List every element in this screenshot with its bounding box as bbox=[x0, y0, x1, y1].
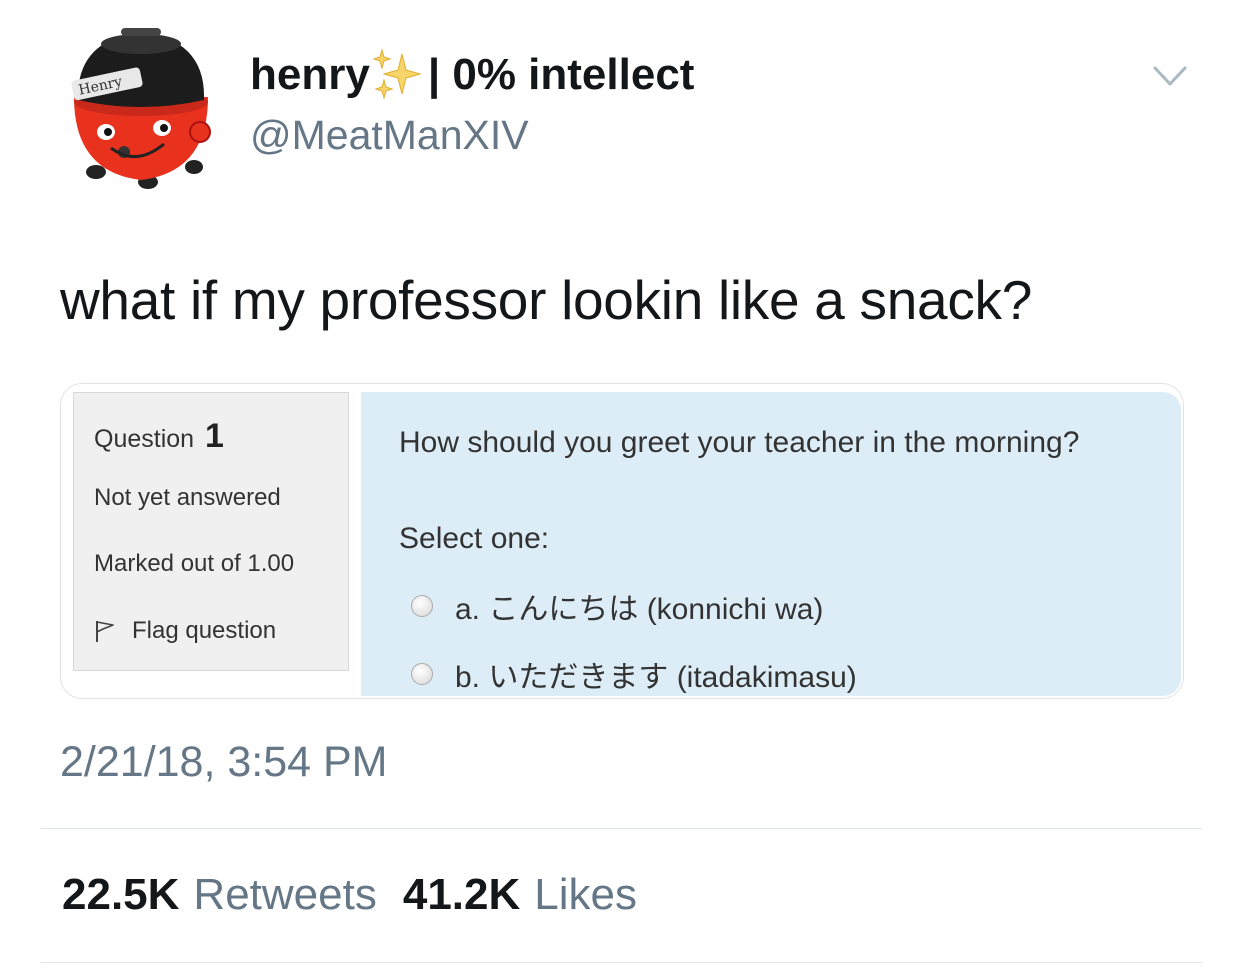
retweets-label[interactable]: Retweets bbox=[193, 870, 376, 920]
answer-option-label: b. いただきます (itadakimasu) bbox=[455, 661, 857, 694]
question-title: Question 1 bbox=[94, 417, 224, 456]
question-text: How should you greet your teacher in the… bbox=[399, 426, 1080, 459]
divider bbox=[40, 828, 1202, 829]
flag-question-link[interactable]: Flag question bbox=[94, 617, 276, 645]
tweet-text: what if my professor lookin like a snack… bbox=[60, 269, 1033, 331]
display-name-suffix: | 0% intellect bbox=[427, 50, 695, 99]
radio-icon[interactable] bbox=[411, 595, 433, 617]
answer-option-b[interactable]: b. いただきます (itadakimasu) bbox=[411, 652, 857, 696]
answer-option-label: a. こんにちは (konnichi wa) bbox=[455, 593, 824, 626]
question-status: Not yet answered bbox=[94, 484, 281, 511]
sparkles-icon bbox=[372, 48, 422, 100]
radio-icon[interactable] bbox=[411, 663, 433, 685]
avatar[interactable]: Henry bbox=[66, 22, 216, 192]
likes-label[interactable]: Likes bbox=[534, 870, 637, 920]
chevron-down-icon[interactable] bbox=[1152, 64, 1188, 90]
question-marked: Marked out of 1.00 bbox=[94, 550, 295, 577]
author-handle[interactable]: @MeatManXIV bbox=[250, 112, 529, 159]
display-name: henry bbox=[250, 50, 370, 99]
retweets-count[interactable]: 22.5K bbox=[62, 870, 179, 920]
tweet-timestamp[interactable]: 2/21/18, 3:54 PM bbox=[60, 738, 388, 787]
select-one-prompt: Select one: bbox=[399, 522, 550, 555]
question-label: Question bbox=[94, 425, 195, 453]
henry-vacuum-avatar: Henry bbox=[71, 28, 211, 189]
tweet-media[interactable]: Question 1 Not yet answered Marked out o… bbox=[60, 383, 1184, 699]
divider bbox=[40, 962, 1202, 963]
tweet-stats: 22.5K Retweets 41.2K Likes bbox=[62, 870, 663, 920]
flag-question-label: Flag question bbox=[132, 617, 277, 644]
likes-count[interactable]: 41.2K bbox=[403, 870, 520, 920]
author-name[interactable]: henry | 0% intellect bbox=[250, 48, 694, 102]
question-content-panel: How should you greet your teacher in the… bbox=[361, 392, 1181, 696]
question-number: 1 bbox=[205, 417, 224, 455]
flag-icon bbox=[96, 621, 114, 642]
answer-option-a[interactable]: a. こんにちは (konnichi wa) bbox=[411, 584, 823, 628]
question-info-panel: Question 1 Not yet answered Marked out o… bbox=[73, 392, 349, 671]
